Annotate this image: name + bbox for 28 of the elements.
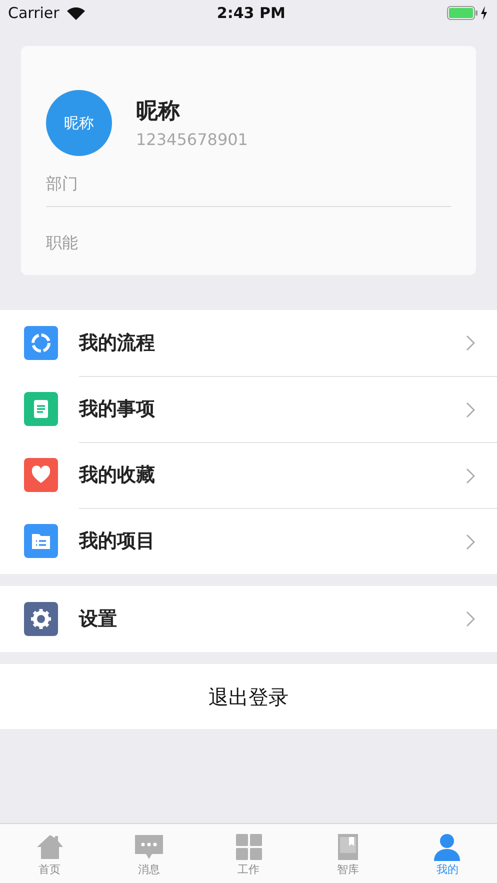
avatar: 昵称 xyxy=(46,90,112,156)
menu-item[interactable]: 我的收藏 xyxy=(0,442,497,508)
chevron-icon xyxy=(466,611,475,627)
logout-button[interactable]: 退出登录 xyxy=(0,664,497,729)
menu-item[interactable]: 我的项目 xyxy=(0,508,497,574)
wifi-icon xyxy=(67,6,86,20)
battery-icon xyxy=(447,6,489,20)
phone-number: 12345678901 xyxy=(136,128,248,150)
status-time: 2:43 PM xyxy=(216,2,286,24)
home-icon xyxy=(34,832,65,862)
field-label: 职能 xyxy=(46,206,451,265)
chevron-icon xyxy=(466,534,475,550)
menu-label: 设置 xyxy=(79,606,118,632)
menu-item[interactable]: 我的流程 xyxy=(0,310,497,376)
person-icon xyxy=(432,832,462,862)
menu-label: 我的收藏 xyxy=(79,463,156,488)
menu-label: 我的项目 xyxy=(79,529,156,554)
chevron-icon xyxy=(466,335,475,351)
nickname: 昵称 xyxy=(136,98,181,126)
field-label: 部门 xyxy=(46,173,79,195)
menu-item[interactable]: 设置 xyxy=(0,586,497,652)
carrier-name: Carrier xyxy=(8,2,60,24)
menu-item[interactable]: 我的事项 xyxy=(0,376,497,442)
grid-icon xyxy=(234,832,264,862)
chevron-icon xyxy=(466,402,475,418)
menu-label: 我的事项 xyxy=(79,397,156,422)
menu-label: 我的流程 xyxy=(79,330,156,356)
chevron-icon xyxy=(466,468,475,484)
